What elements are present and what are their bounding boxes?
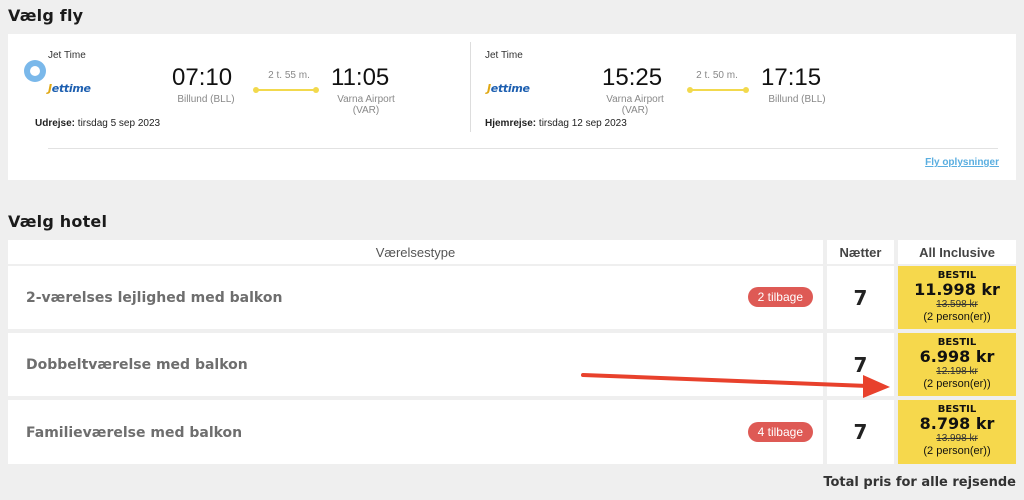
annotation-arrow-icon xyxy=(581,373,890,398)
